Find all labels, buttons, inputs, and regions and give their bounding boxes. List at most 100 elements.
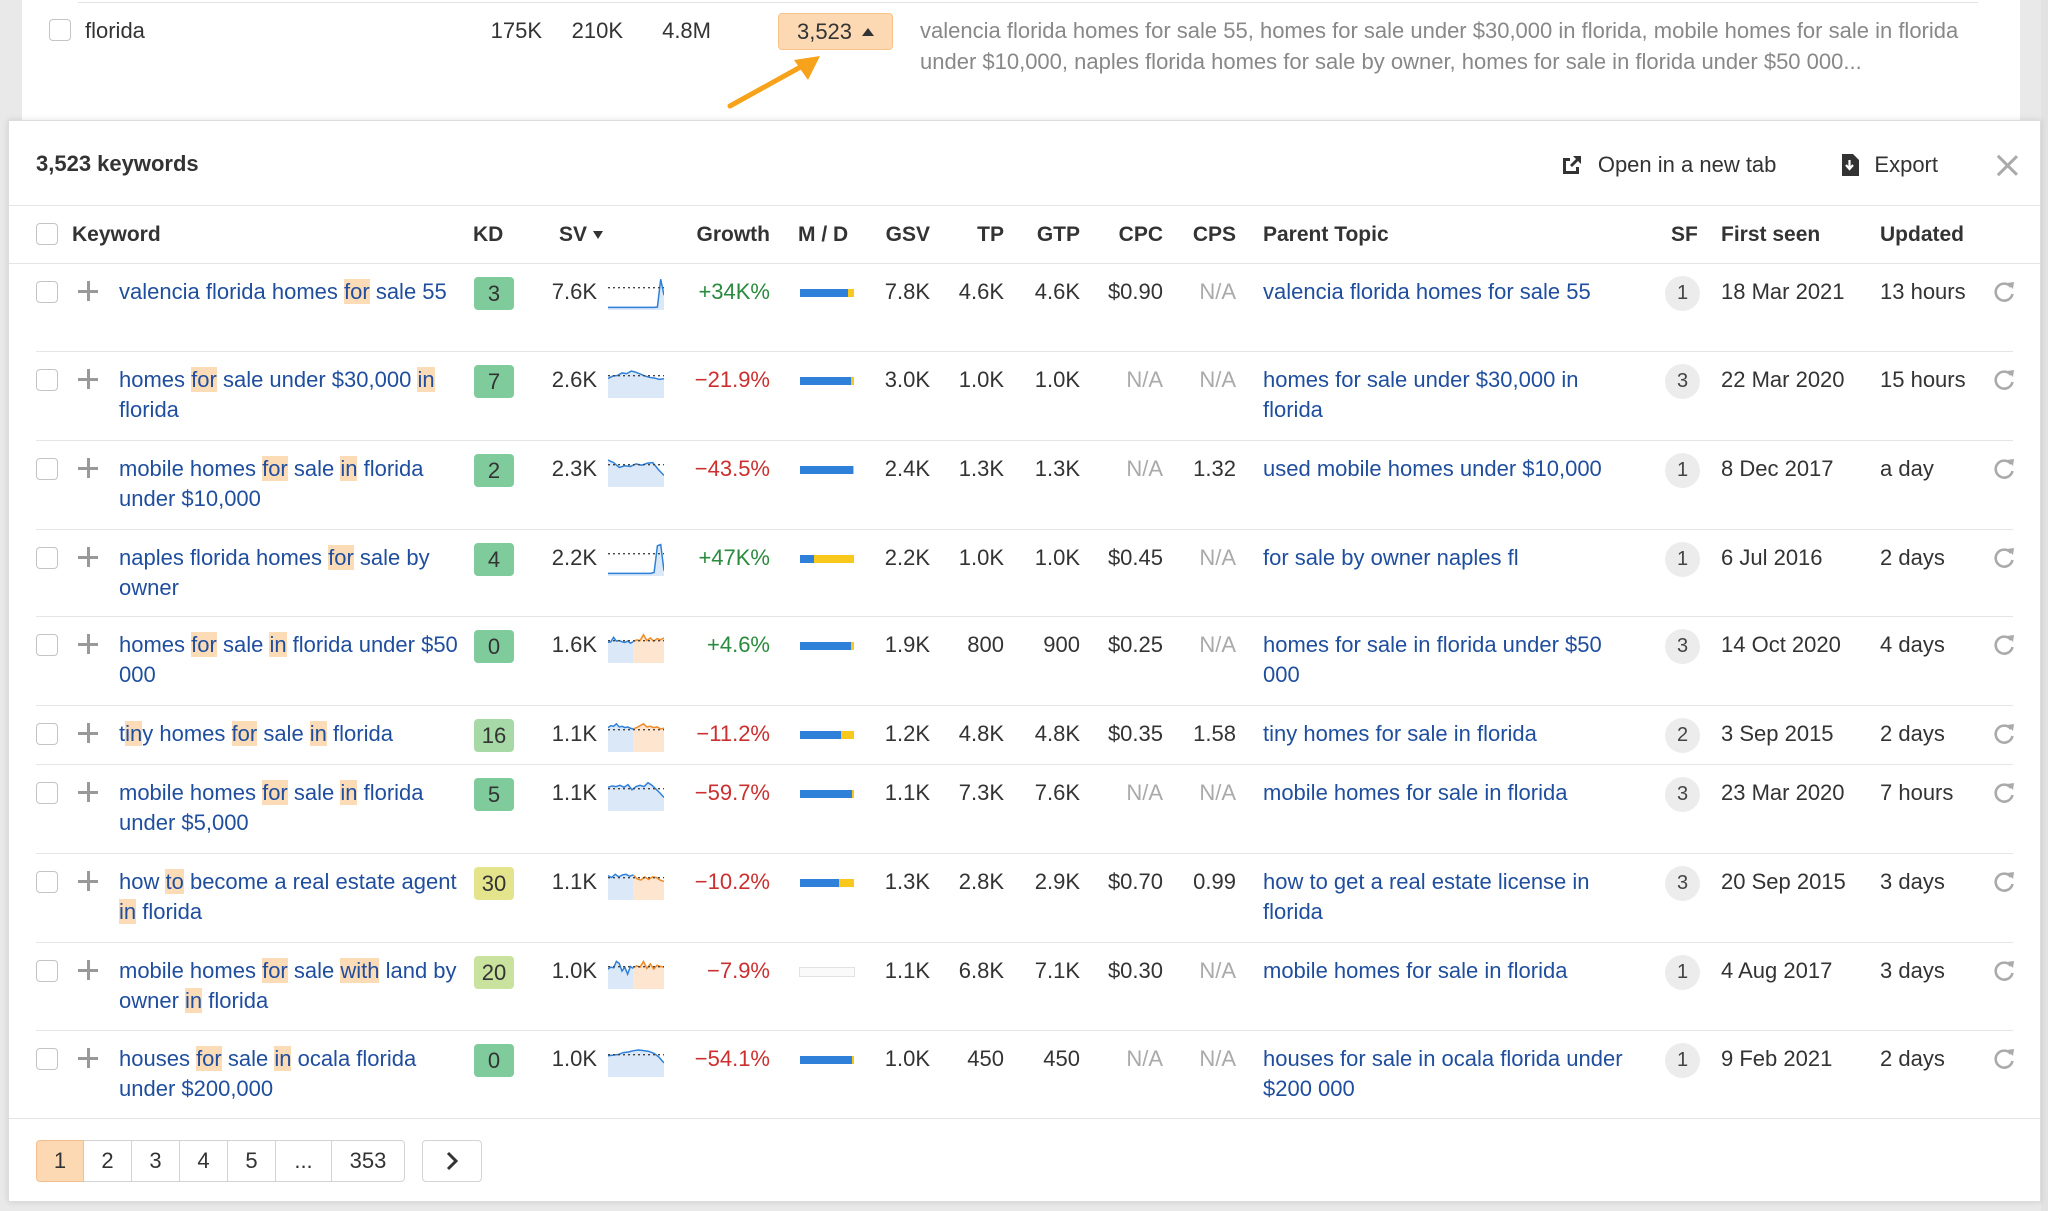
- parent-topic-link[interactable]: for sale by owner naples fl: [1263, 543, 1638, 573]
- serp-features-badge[interactable]: 3: [1665, 364, 1700, 399]
- global-traffic-potential: 7.1K: [1034, 958, 1080, 983]
- keyword-text: sale: [287, 780, 341, 805]
- keyword-link[interactable]: houses for sale in ocala florida under $…: [119, 1044, 469, 1104]
- refresh-icon[interactable]: [1991, 632, 2017, 658]
- plus-icon[interactable]: [76, 721, 100, 745]
- cost-per-click: $0.45: [1107, 545, 1163, 570]
- parent-topic-link[interactable]: mobile homes for sale in florida: [1263, 778, 1638, 808]
- row-checkbox[interactable]: [36, 369, 58, 391]
- plus-icon[interactable]: [76, 456, 100, 480]
- row-checkbox[interactable]: [36, 723, 58, 745]
- row-checkbox[interactable]: [36, 281, 58, 303]
- column-parent-topic[interactable]: Parent Topic: [1263, 223, 1389, 247]
- plus-icon[interactable]: [76, 869, 100, 893]
- keyword-link[interactable]: mobile homes for sale in florida under $…: [119, 778, 469, 838]
- refresh-icon[interactable]: [1991, 279, 2017, 305]
- parent-topic-link[interactable]: mobile homes for sale in florida: [1263, 956, 1638, 986]
- global-traffic-potential: 450: [1043, 1046, 1080, 1071]
- refresh-icon[interactable]: [1991, 780, 2017, 806]
- column-gtp[interactable]: GTP: [1000, 223, 1080, 247]
- column-growth[interactable]: Growth: [670, 223, 771, 247]
- parent-topic-link[interactable]: homes for sale in florida under $50 000: [1263, 630, 1638, 690]
- open-new-tab-button[interactable]: Open in a new tab: [1560, 152, 1776, 178]
- column-cps[interactable]: CPS: [1156, 223, 1236, 247]
- row-checkbox[interactable]: [36, 960, 58, 982]
- refresh-icon[interactable]: [1991, 1046, 2017, 1072]
- next-page-button[interactable]: [422, 1140, 482, 1182]
- column-tp[interactable]: TP: [924, 223, 1004, 247]
- parent-topic-link[interactable]: how to get a real estate license in flor…: [1263, 867, 1638, 927]
- refresh-icon[interactable]: [1991, 958, 2017, 984]
- row-checkbox[interactable]: [36, 547, 58, 569]
- plus-icon[interactable]: [76, 780, 100, 804]
- serp-features-badge[interactable]: 3: [1665, 866, 1700, 901]
- serp-features-badge[interactable]: 1: [1665, 276, 1700, 311]
- column-md[interactable]: M / D: [798, 223, 848, 247]
- select-all-checkbox[interactable]: [36, 223, 58, 245]
- plus-icon[interactable]: [76, 632, 100, 656]
- parent-topic-link[interactable]: tiny homes for sale in florida: [1263, 719, 1638, 749]
- refresh-icon[interactable]: [1991, 456, 2017, 482]
- page-button[interactable]: 353: [332, 1140, 405, 1182]
- serp-features-badge[interactable]: 3: [1665, 777, 1700, 812]
- plus-icon[interactable]: [76, 958, 100, 982]
- page-button[interactable]: 4: [180, 1140, 228, 1182]
- column-updated[interactable]: Updated: [1880, 223, 1964, 247]
- keyword-link[interactable]: mobile homes for sale in florida under $…: [119, 454, 469, 514]
- keyword-highlight: for: [231, 721, 258, 746]
- parent-topic-link[interactable]: homes for sale under $30,000 in florida: [1263, 365, 1638, 425]
- serp-features-badge[interactable]: 3: [1665, 629, 1700, 664]
- parent-metric-traffic: 4.8M: [662, 18, 711, 43]
- column-first-seen[interactable]: First seen: [1721, 223, 1820, 247]
- column-keyword[interactable]: Keyword: [72, 223, 161, 247]
- search-volume: 2.6K: [551, 367, 597, 392]
- column-sf[interactable]: SF: [1671, 223, 1698, 247]
- parent-topic-link[interactable]: houses for sale in ocala florida under $…: [1263, 1044, 1638, 1104]
- row-checkbox[interactable]: [36, 458, 58, 480]
- refresh-icon[interactable]: [1991, 367, 2017, 393]
- parent-topic-link[interactable]: used mobile homes under $10,000: [1263, 454, 1638, 484]
- keyword-link[interactable]: homes for sale under $30,000 in florida: [119, 365, 469, 425]
- clicks-per-search: N/A: [1199, 279, 1236, 304]
- refresh-icon[interactable]: [1991, 721, 2017, 747]
- plus-icon[interactable]: [76, 367, 100, 391]
- column-kd[interactable]: KD: [473, 223, 503, 247]
- column-sv[interactable]: SV: [559, 223, 604, 247]
- keyword-link[interactable]: valencia florida homes for sale 55: [119, 277, 469, 307]
- keyword-link[interactable]: how to become a real estate agent in flo…: [119, 867, 469, 927]
- refresh-icon[interactable]: [1991, 545, 2017, 571]
- refresh-icon[interactable]: [1991, 869, 2017, 895]
- parent-topic-link[interactable]: valencia florida homes for sale 55: [1263, 277, 1638, 307]
- row-checkbox[interactable]: [36, 871, 58, 893]
- serp-features-badge[interactable]: 1: [1665, 955, 1700, 990]
- page-button[interactable]: 2: [84, 1140, 132, 1182]
- serp-features-badge[interactable]: 1: [1665, 453, 1700, 488]
- close-icon[interactable]: [1996, 154, 2018, 176]
- parent-row-checkbox[interactable]: [49, 19, 71, 41]
- keyword-link[interactable]: mobile homes for sale with land by owner…: [119, 956, 469, 1016]
- serp-features-badge[interactable]: 1: [1665, 1043, 1700, 1078]
- serp-features-badge[interactable]: 1: [1665, 542, 1700, 577]
- plus-icon[interactable]: [76, 1046, 100, 1070]
- export-button[interactable]: Export: [1840, 152, 1938, 178]
- row-checkbox[interactable]: [36, 634, 58, 656]
- plus-icon[interactable]: [76, 279, 100, 303]
- global-search-volume: 1.2K: [884, 721, 930, 746]
- search-volume: 1.0K: [551, 1046, 597, 1071]
- page-button[interactable]: 1: [36, 1140, 84, 1182]
- keyword-link[interactable]: tiny homes for sale in florida: [119, 719, 469, 749]
- page-scrollbar[interactable]: [2041, 0, 2048, 1211]
- page-button[interactable]: 3: [132, 1140, 180, 1182]
- column-cpc[interactable]: CPC: [1083, 223, 1163, 247]
- serp-features-badge[interactable]: 2: [1665, 718, 1700, 753]
- keyword-link[interactable]: homes for sale in florida under $50 000: [119, 630, 469, 690]
- keyword-link[interactable]: naples florida homes for sale by owner: [119, 543, 469, 603]
- row-checkbox[interactable]: [36, 1048, 58, 1070]
- page-button[interactable]: 5: [228, 1140, 276, 1182]
- plus-icon[interactable]: [76, 545, 100, 569]
- row-checkbox[interactable]: [36, 782, 58, 804]
- keyword-text: naples florida homes: [119, 545, 329, 570]
- column-gsv[interactable]: GSV: [850, 223, 930, 247]
- keyword-count-toggle-button[interactable]: 3,523: [778, 13, 893, 50]
- keyword-text: become a real estate agent: [183, 869, 457, 894]
